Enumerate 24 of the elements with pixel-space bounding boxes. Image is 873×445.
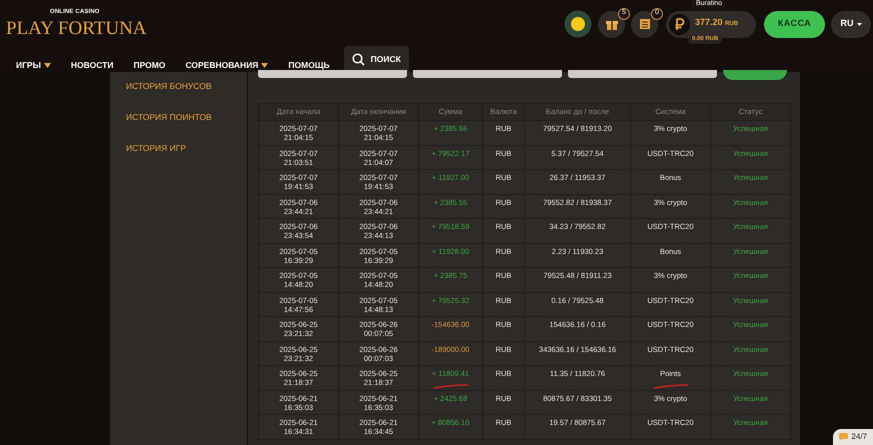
gift-icon (606, 18, 618, 30)
search-icon (352, 52, 365, 66)
sidebar-link[interactable]: ИСТОРИЯ ИГР (126, 142, 247, 154)
chat-icon (839, 433, 848, 441)
cashback-badge-icon[interactable] (564, 10, 592, 38)
nav-link[interactable]: ПРОМО (133, 59, 166, 72)
search-button[interactable]: ПОИСК (344, 46, 409, 72)
language-selector[interactable]: RU (831, 10, 871, 38)
gift-button[interactable] (598, 10, 625, 38)
nav-link[interactable]: ИГРЫ (16, 59, 51, 72)
caret-icon (856, 22, 862, 26)
logo-wordmark[interactable]: PLAY FORTUNA (6, 17, 147, 41)
calendar-icon (638, 18, 650, 30)
support-chat-button[interactable]: 24/7 (833, 429, 873, 445)
ruble-icon (669, 14, 690, 34)
caret-icon (44, 63, 51, 68)
sidebar-link[interactable]: ИСТОРИЯ БОНУСОВ (126, 80, 247, 93)
nav-link[interactable]: СОРЕВНОВАНИЯ (185, 59, 268, 72)
cashier-button[interactable]: КАССА (764, 10, 825, 38)
tasks-button[interactable] (631, 10, 658, 38)
sidebar-link[interactable]: ИСТОРИЯ ПОИНТОВ (126, 110, 247, 124)
nav-link[interactable]: ПОМОЩЬ (288, 59, 330, 72)
show-button[interactable] (723, 70, 787, 80)
nav-link[interactable]: НОВОСТИ (70, 59, 114, 72)
